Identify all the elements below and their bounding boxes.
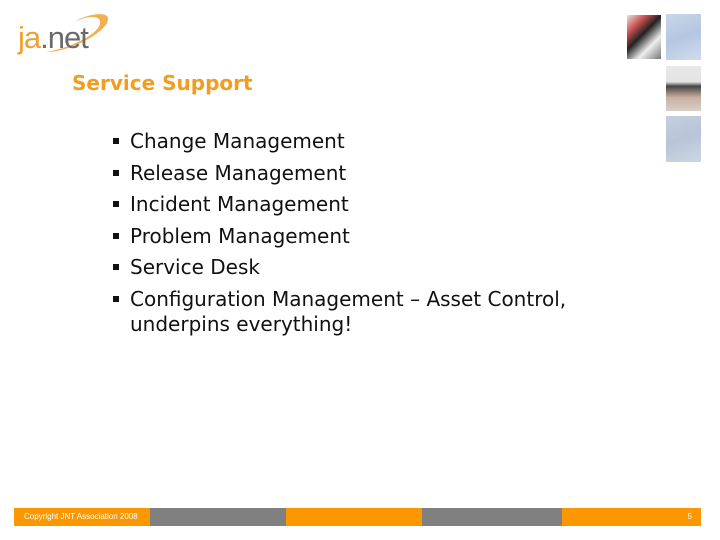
bullet-text: Problem Management (130, 223, 350, 248)
bullet-item: Change Management (113, 126, 566, 158)
bullet-item: Problem Management (113, 221, 566, 253)
blue-abstract-photo (666, 14, 701, 60)
logo-text-net: .net (40, 20, 89, 55)
bullet-item: Incident Management (113, 189, 566, 221)
square-bullet-icon (113, 264, 119, 271)
bullet-text: Service Desk (130, 255, 260, 280)
bullet-item: Service Desk (113, 252, 566, 284)
logo-text: ja.net (18, 20, 89, 55)
square-bullet-icon (113, 232, 119, 239)
footer-segment-orange (562, 508, 701, 526)
footer-segment-orange (286, 508, 422, 526)
bullet-text-continuation: underpins everything! (130, 311, 353, 336)
slide-title: Service Support (72, 71, 253, 95)
bullet-text: Release Management (130, 160, 347, 185)
logo-text-ja: ja (18, 20, 41, 55)
footer-segment-gray (422, 508, 562, 526)
bullet-item: Release Management (113, 158, 566, 190)
footer-segment-gray (150, 508, 286, 526)
bullet-list: Change Management Release Management Inc… (113, 126, 567, 336)
bullet-text: Change Management (130, 129, 345, 153)
janet-logo: ja.net (16, 12, 116, 60)
people-at-desk-photo (627, 15, 661, 59)
square-bullet-icon (113, 138, 119, 144)
square-bullet-icon (113, 169, 119, 176)
bullet-text: Configuration Management – Asset Control… (130, 286, 567, 311)
bullet-text: Incident Management (130, 192, 349, 217)
page-number: 5 (687, 512, 692, 521)
square-bullet-icon (113, 295, 119, 302)
group-of-people-photo (666, 66, 701, 111)
square-bullet-icon (113, 201, 119, 208)
copyright-text: Copyright JNT Association 2008 (24, 512, 138, 521)
footer-bar: Copyright JNT Association 2008 5 (14, 508, 701, 526)
bullet-item: Configuration Management – Asset Control… (113, 284, 567, 336)
blue-abstract-photo-2 (666, 116, 701, 162)
